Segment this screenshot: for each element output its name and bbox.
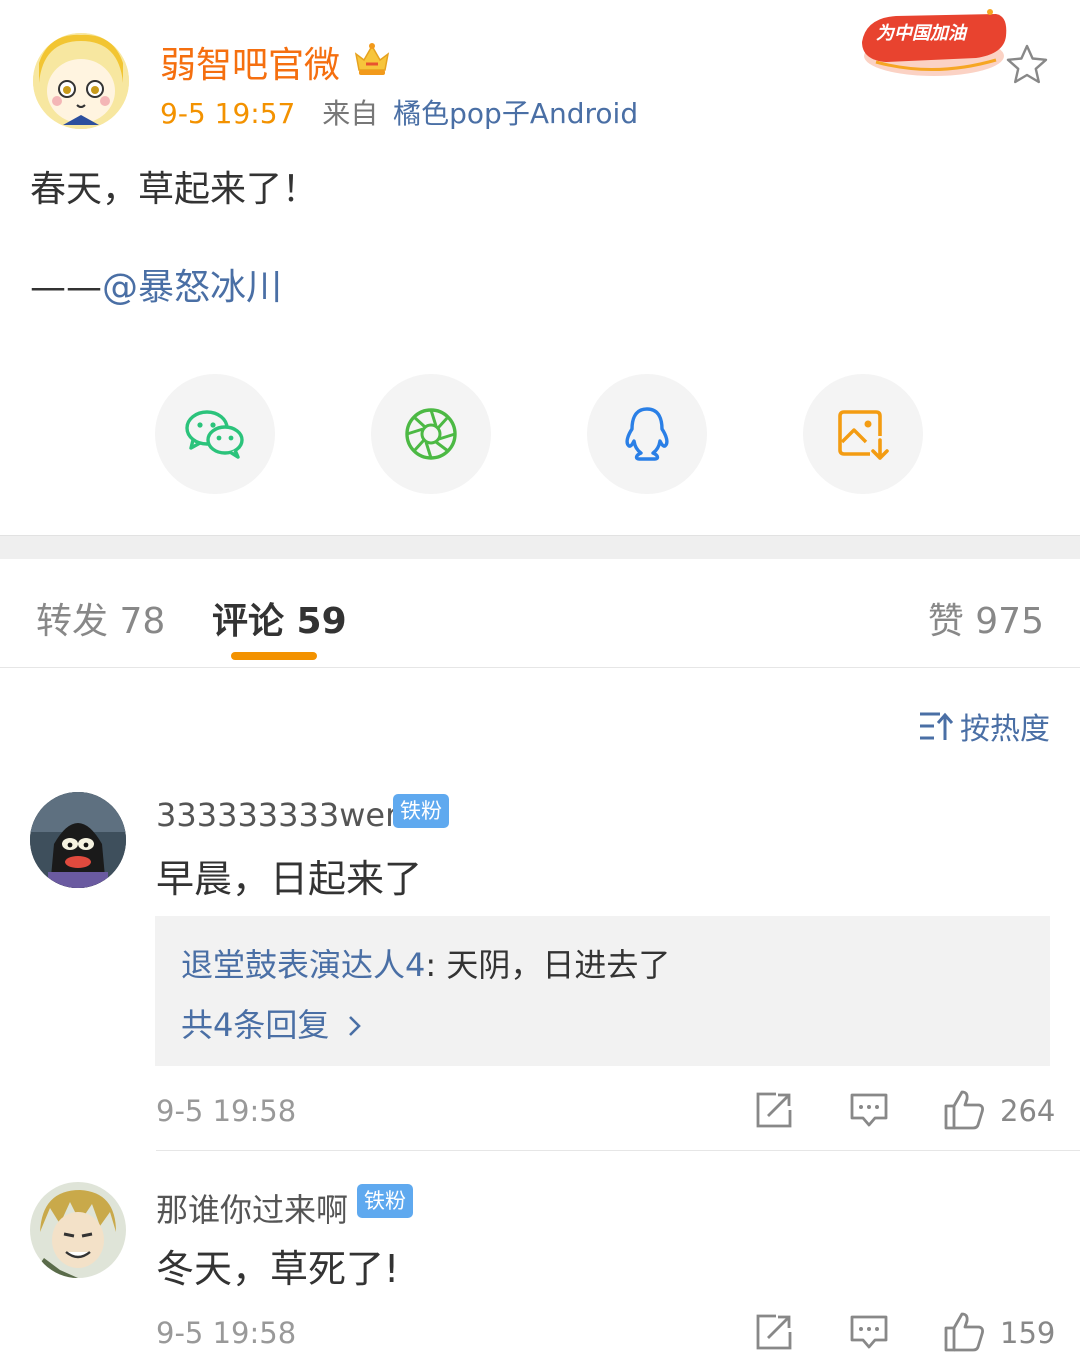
post-meta: 9-5 19:57 来自 橘色pop子Android: [160, 92, 638, 132]
comment-time: 9-5 19:58: [156, 1094, 297, 1128]
share-qq-button[interactable]: [587, 374, 707, 494]
share-moments-button[interactable]: [371, 374, 491, 494]
reply-preview[interactable]: 退堂鼓表演达人4: 天阴，日进去了 共4条回复: [155, 916, 1050, 1066]
sort-by-hot-button[interactable]: 按热度: [918, 704, 1050, 748]
comment-time: 9-5 19:58: [156, 1316, 297, 1350]
comment-avatar[interactable]: [30, 1182, 126, 1278]
wechat-icon: [185, 410, 244, 459]
post-text: 春天，草起来了！: [30, 169, 319, 210]
share-wechat-button[interactable]: [155, 374, 275, 494]
reply-comment-icon[interactable]: [849, 1090, 889, 1130]
tabs-divider: [0, 667, 1080, 668]
mention-link[interactable]: @暴怒冰川: [102, 267, 282, 308]
favorite-star-icon[interactable]: [1004, 42, 1050, 88]
post-time: 9-5 19:57: [160, 97, 296, 130]
reply-line: 退堂鼓表演达人4: 天阴，日进去了: [181, 940, 670, 986]
save-image-icon: [838, 410, 889, 460]
post-source[interactable]: 橘色pop子Android: [393, 97, 638, 130]
tab-repost[interactable]: 转发 78: [36, 592, 165, 644]
tab-likes[interactable]: 赞 975: [928, 592, 1044, 644]
chevron-right-icon: [348, 1016, 361, 1036]
post-mention: ——@暴怒冰川: [30, 258, 282, 310]
reply-comment-icon[interactable]: [849, 1312, 889, 1352]
like-icon[interactable]: [942, 1088, 986, 1132]
fan-badge: 铁粉: [393, 794, 449, 828]
qq-icon: [625, 407, 669, 461]
comment-divider: [156, 1150, 1080, 1151]
like-count: 159: [1000, 1316, 1056, 1350]
author-avatar[interactable]: [33, 33, 129, 129]
post-from-label: 来自: [322, 97, 379, 130]
moments-icon: [405, 408, 457, 460]
save-image-button[interactable]: [803, 374, 923, 494]
view-all-replies-link[interactable]: 共4条回复: [181, 1000, 364, 1046]
section-divider: [0, 535, 1080, 559]
tab-comments[interactable]: 评论 59: [212, 592, 347, 644]
sort-icon: [920, 712, 954, 740]
comment-avatar[interactable]: [30, 792, 126, 888]
badge-text: 为中国加油: [876, 23, 968, 44]
repost-comment-icon[interactable]: [754, 1090, 794, 1130]
comment-text: 早晨，日起来了: [156, 857, 423, 901]
sort-label: 按热度: [960, 712, 1050, 747]
comment-user-name[interactable]: 333333333wer: [156, 796, 398, 834]
fan-badge: 铁粉: [357, 1184, 413, 1218]
mention-dash: ——: [30, 267, 102, 308]
cheer-china-badge[interactable]: 为中国加油: [856, 6, 1012, 82]
reply-user-name[interactable]: 退堂鼓表演达人4: [181, 946, 425, 984]
reply-text: 天阴，日进去了: [446, 946, 671, 984]
author-name[interactable]: 弱智吧官微: [160, 36, 340, 88]
reply-count-label: 共4条回复: [181, 1006, 340, 1044]
active-tab-indicator: [231, 652, 317, 660]
comment-text: 冬天，草死了!: [156, 1247, 400, 1291]
vip-crown-icon: [352, 40, 392, 78]
repost-comment-icon[interactable]: [754, 1312, 794, 1352]
like-icon[interactable]: [942, 1310, 986, 1354]
comment-user-name[interactable]: 那谁你过来啊: [156, 1185, 348, 1231]
reply-separator: :: [425, 946, 447, 984]
like-count: 264: [1000, 1094, 1056, 1128]
